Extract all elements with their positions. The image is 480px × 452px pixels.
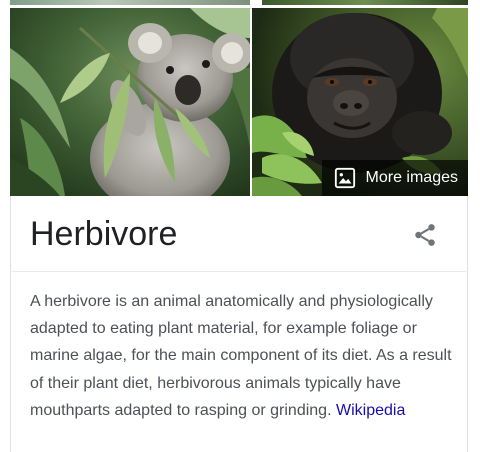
description-text: A herbivore is an animal anatomically an… — [30, 293, 452, 419]
image-icon — [334, 167, 355, 189]
gorilla-image[interactable]: More images — [252, 8, 468, 196]
wikipedia-link[interactable]: Wikipedia — [336, 402, 405, 419]
more-images-label: More images — [365, 169, 458, 186]
previous-image-edge-right — [262, 0, 468, 5]
panel-header: Herbivore — [10, 196, 468, 272]
panel-title: Herbivore — [30, 215, 178, 253]
knowledge-panel: More images Herbivore A herbivore is an … — [0, 0, 480, 452]
panel-description: A herbivore is an animal anatomically an… — [30, 288, 456, 424]
more-images-button[interactable]: More images — [321, 160, 468, 196]
previous-image-edge-left — [10, 0, 250, 5]
share-icon[interactable] — [412, 222, 438, 248]
koala-image[interactable] — [10, 8, 250, 196]
